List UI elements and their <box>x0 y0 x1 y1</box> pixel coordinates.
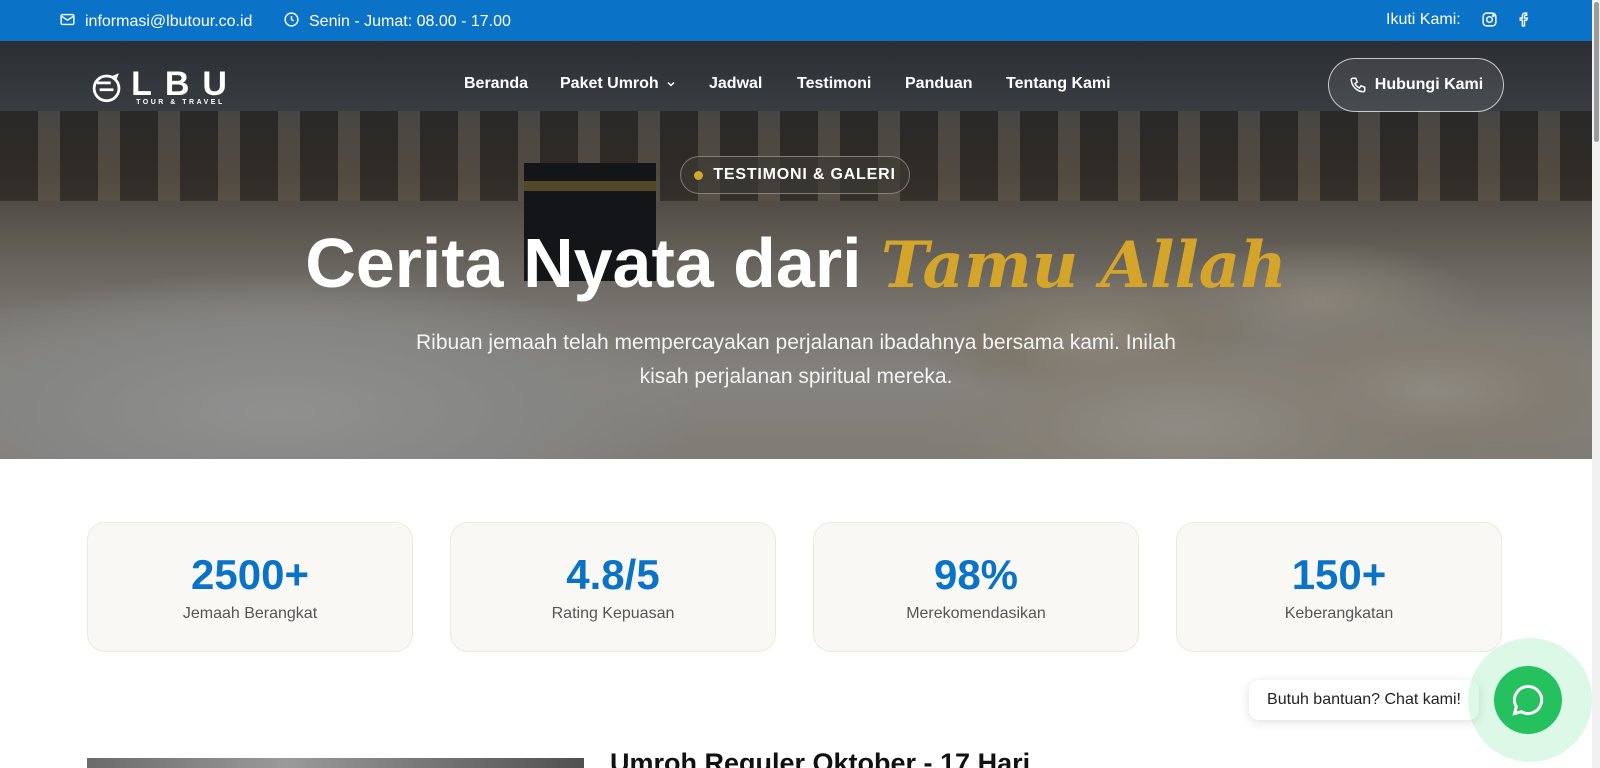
stat-label: Merekomendasikan <box>906 605 1046 622</box>
clock-icon <box>283 11 300 33</box>
topbar-hours-text: Senin - Jumat: 08.00 - 17.00 <box>309 13 511 30</box>
stat-value: 2500+ <box>191 551 309 598</box>
nav-jadwal[interactable]: Jadwal <box>709 75 762 93</box>
stat-label: Rating Kepuasan <box>551 605 675 622</box>
stat-card: 98% Merekomendasikan <box>813 522 1139 652</box>
logo-mark-icon <box>92 73 121 103</box>
nav-panduan[interactable]: Panduan <box>905 75 973 93</box>
hero-title-main: Cerita Nyata dari <box>305 224 881 302</box>
topbar-email[interactable]: informasi@lbutour.co.id <box>59 11 252 33</box>
stat-value: 150+ <box>1291 551 1387 598</box>
contact-button[interactable]: Hubungi Kami <box>1328 58 1504 112</box>
instagram-icon[interactable] <box>1481 11 1498 28</box>
stat-value: 4.8/5 <box>566 551 660 598</box>
facebook-icon[interactable] <box>1516 11 1533 28</box>
contact-button-label: Hubungi Kami <box>1374 76 1484 93</box>
stat-label: Keberangkatan <box>1284 605 1394 622</box>
logo-tagline: TOUR & TRAVEL <box>136 98 225 106</box>
badge-dot <box>694 170 704 180</box>
hero-subtitle: Ribuan jemaah telah mempercayakan perjal… <box>416 331 1176 388</box>
follow-label: Ikuti Kami: <box>1386 11 1461 28</box>
stat-label: Jemaah Berangkat <box>182 605 318 622</box>
testimonial-image <box>87 758 584 768</box>
nav-paket-umroh-label: Paket Umroh <box>560 75 659 92</box>
scrollbar-thumb[interactable] <box>1594 2 1599 142</box>
logo-wordmark: LBU <box>131 64 240 103</box>
section-badge: TESTIMONI & GALERI <box>680 156 910 194</box>
testimonial-title: Umroh Reguler Oktober - 17 Hari <box>610 748 1031 768</box>
stat-value: 98% <box>933 551 1019 598</box>
hero-title: Cerita Nyata dari Tamu Allah <box>0 222 1592 307</box>
mail-icon <box>59 11 76 33</box>
nav-paket-umroh[interactable]: Paket Umroh <box>560 75 677 93</box>
chat-prompt[interactable]: Butuh bantuan? Chat kami! <box>1249 680 1479 720</box>
nav-beranda[interactable]: Beranda <box>464 75 528 93</box>
chat-bubble-icon <box>1512 684 1544 716</box>
badge-label: TESTIMONI & GALERI <box>713 166 896 183</box>
stat-card: 4.8/5 Rating Kepuasan <box>450 522 776 652</box>
hero-title-accent: Tamu Allah <box>881 228 1287 303</box>
nav-tentang-kami[interactable]: Tentang Kami <box>1006 75 1111 93</box>
chevron-down-icon <box>667 81 675 87</box>
stat-card: 150+ Keberangkatan <box>1176 522 1502 652</box>
whatsapp-chat-button[interactable] <box>1494 666 1562 734</box>
stat-card: 2500+ Jemaah Berangkat <box>87 522 413 652</box>
phone-icon <box>1350 77 1366 93</box>
topbar-email-text[interactable]: informasi@lbutour.co.id <box>85 13 252 31</box>
brand-logo[interactable]: LBU TOUR & TRAVEL <box>90 63 240 111</box>
topbar-hours: Senin - Jumat: 08.00 - 17.00 <box>283 11 511 33</box>
top-bar: informasi@lbutour.co.id Senin - Jumat: 0… <box>0 0 1592 41</box>
nav-testimoni[interactable]: Testimoni <box>797 75 871 93</box>
